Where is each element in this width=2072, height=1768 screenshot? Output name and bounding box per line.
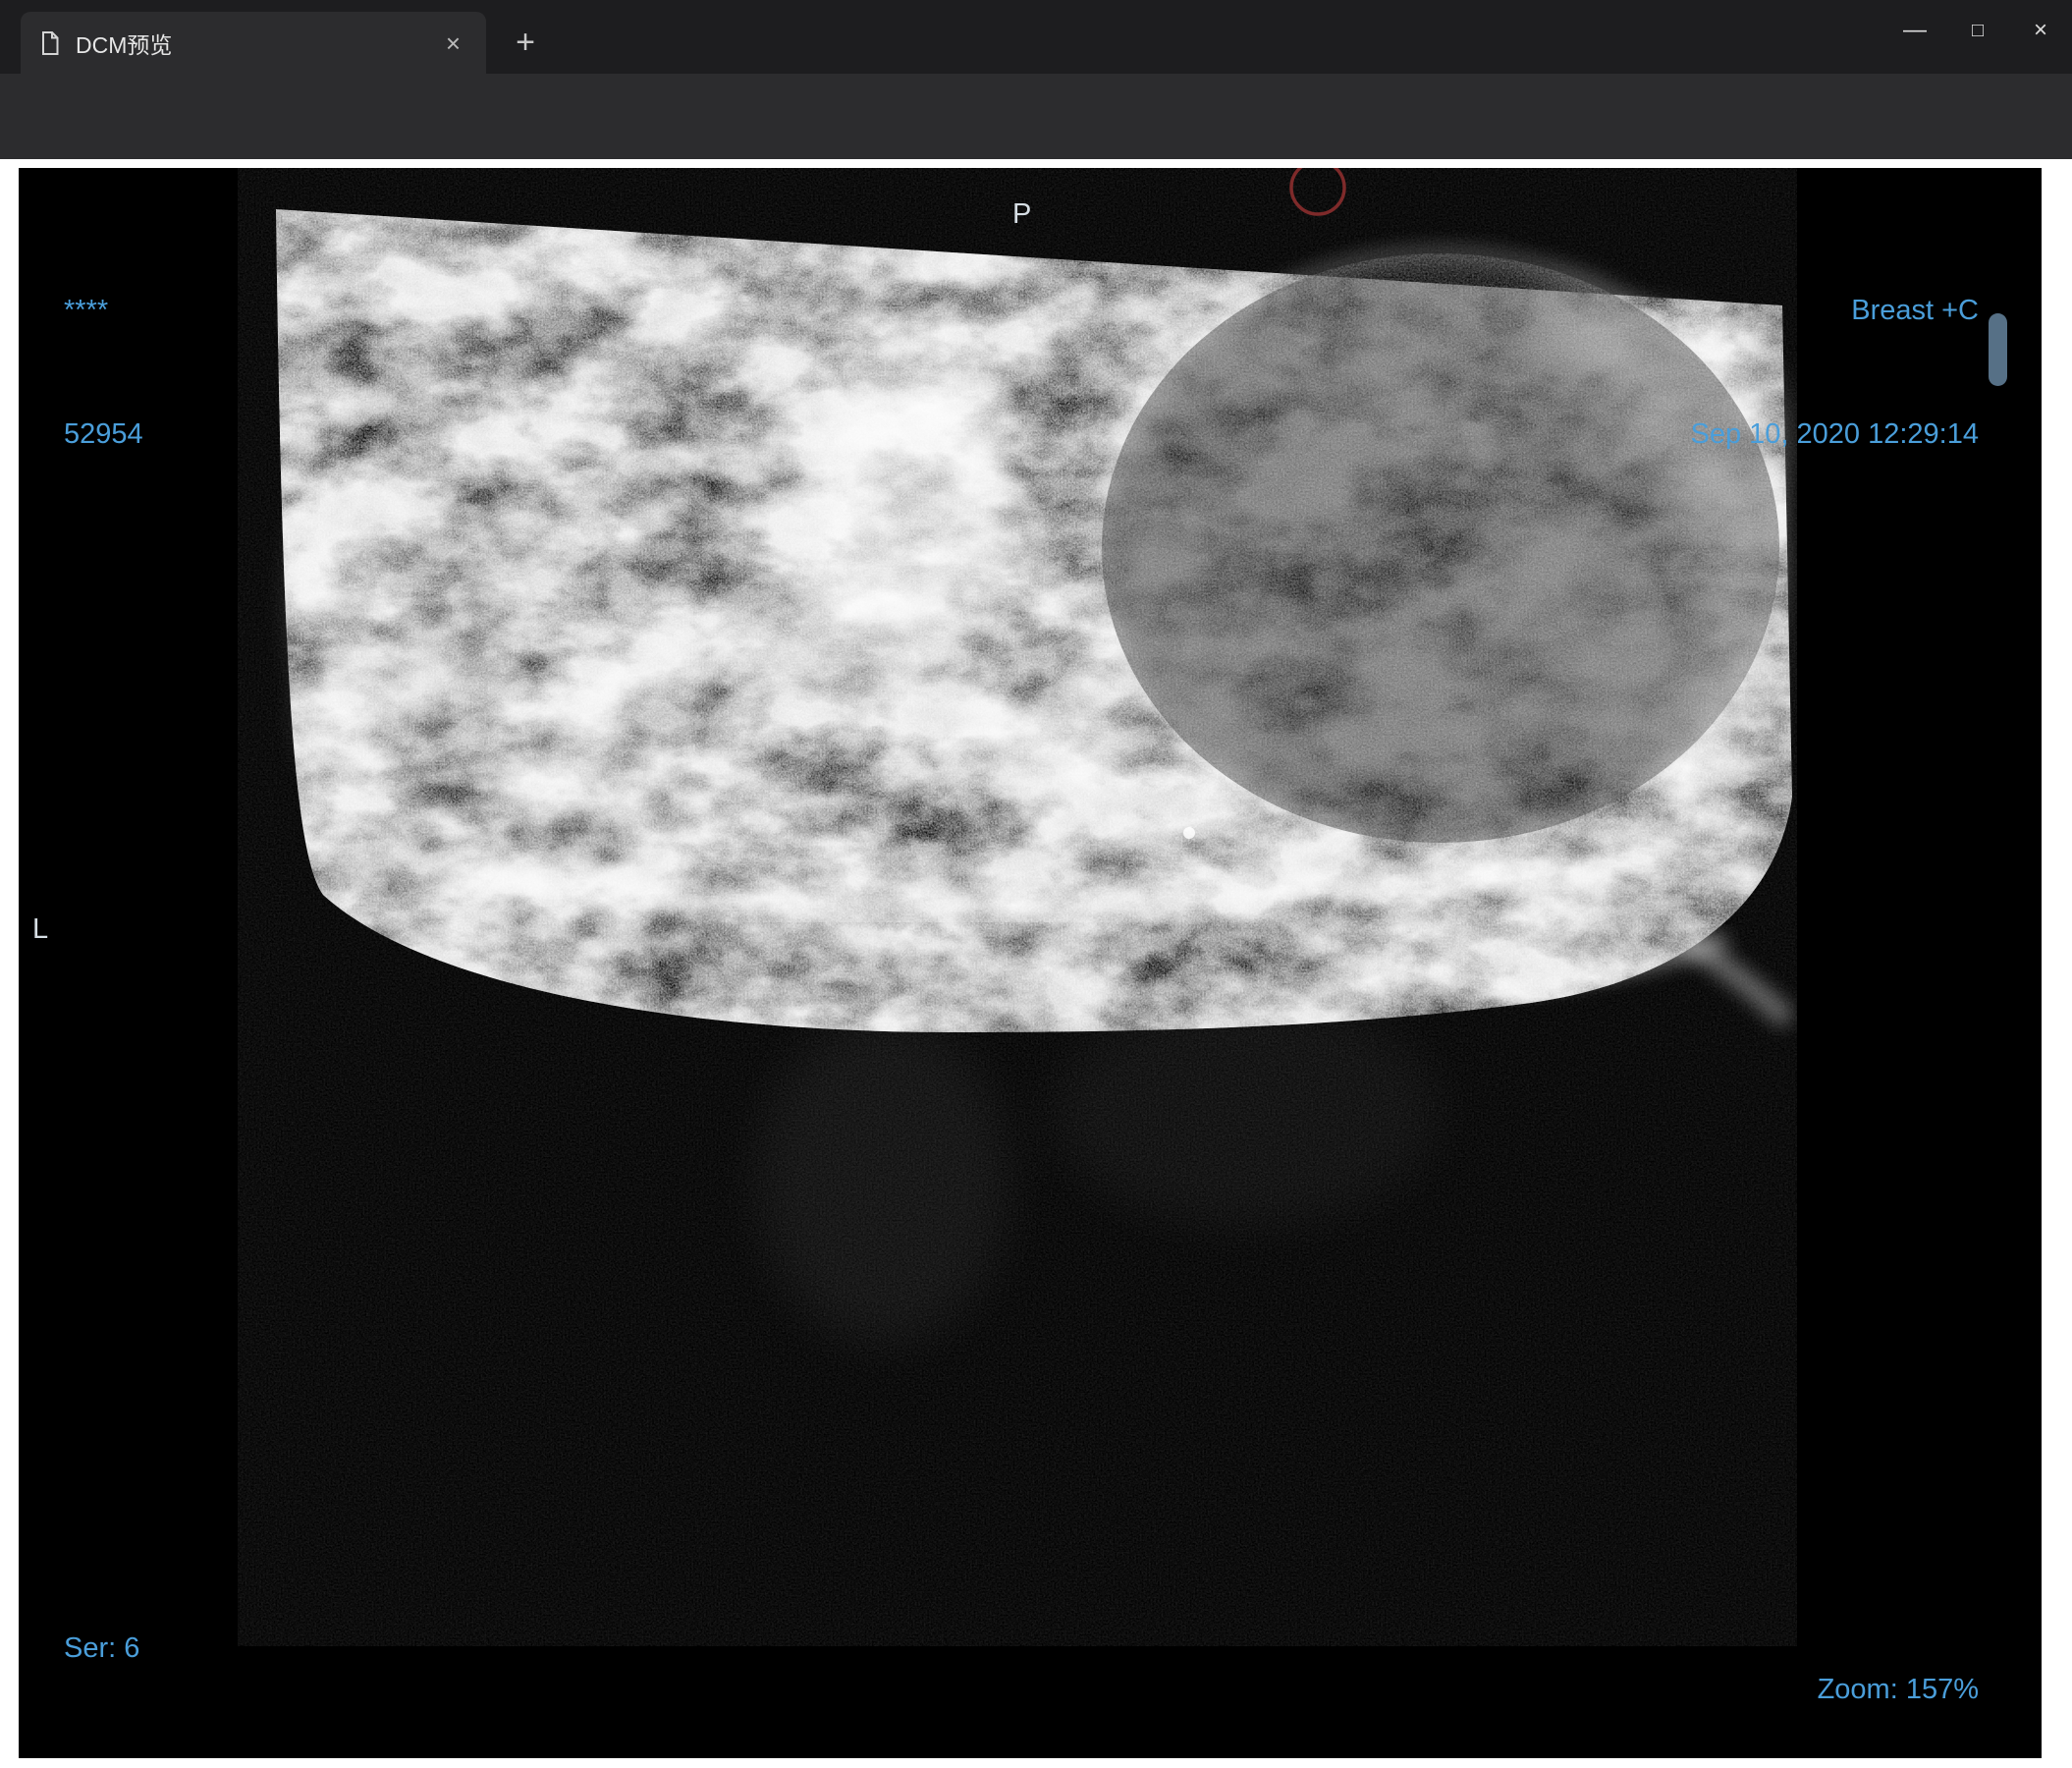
overlay-top-left: **** 52954 <box>64 207 143 537</box>
series-number: Ser: 6 <box>64 1632 140 1664</box>
tab-title: DCM预览 <box>76 31 173 58</box>
zoom-level: Zoom: 157% <box>1817 1674 1979 1705</box>
image-number: Img: 201 1/545 <box>64 1751 470 1758</box>
tab-strip: DCM预览 × + — □ × <box>0 0 2072 74</box>
page-content: **** 52954 P Breast +C Sep 10, 2020 12:2… <box>0 159 2072 1768</box>
study-description: Breast +C <box>1851 295 1979 326</box>
browser-window: DCM预览 × + — □ × ← <box>0 0 2072 1768</box>
tab-close-icon[interactable]: × <box>438 28 468 58</box>
dicom-viewer: **** 52954 P Breast +C Sep 10, 2020 12:2… <box>19 168 2042 1758</box>
close-button[interactable]: × <box>2009 0 2072 61</box>
maximize-button[interactable]: □ <box>1946 0 2009 61</box>
overlay-bottom-right: Zoom: 157% W: 778 L: 389 Lossless / Unco… <box>1653 1586 1979 1758</box>
new-tab-button[interactable]: + <box>503 22 548 63</box>
orientation-marker-posterior: P <box>1012 198 1032 230</box>
overlay-bottom-left: Ser: 6 Img: 201 1/545 512 x 512 Loc: 109… <box>64 1545 470 1758</box>
scrollbar-thumb[interactable] <box>1989 313 2007 386</box>
accession-number: 52954 <box>64 418 143 450</box>
patient-id-masked: **** <box>64 295 109 326</box>
page-favicon-icon <box>42 30 59 55</box>
overlay-top-right: Breast +C Sep 10, 2020 12:29:14 <box>1691 207 1979 537</box>
window-controls: — □ × <box>1883 0 2072 61</box>
browser-tab[interactable]: DCM预览 × <box>21 12 486 74</box>
minimize-button[interactable]: — <box>1883 0 1946 61</box>
orientation-marker-left: L <box>32 913 49 945</box>
study-datetime: Sep 10, 2020 12:29:14 <box>1690 418 1979 450</box>
browser-toolbar: ← https://file.kkview.cn/onlinePreview?u… <box>0 74 2072 220</box>
